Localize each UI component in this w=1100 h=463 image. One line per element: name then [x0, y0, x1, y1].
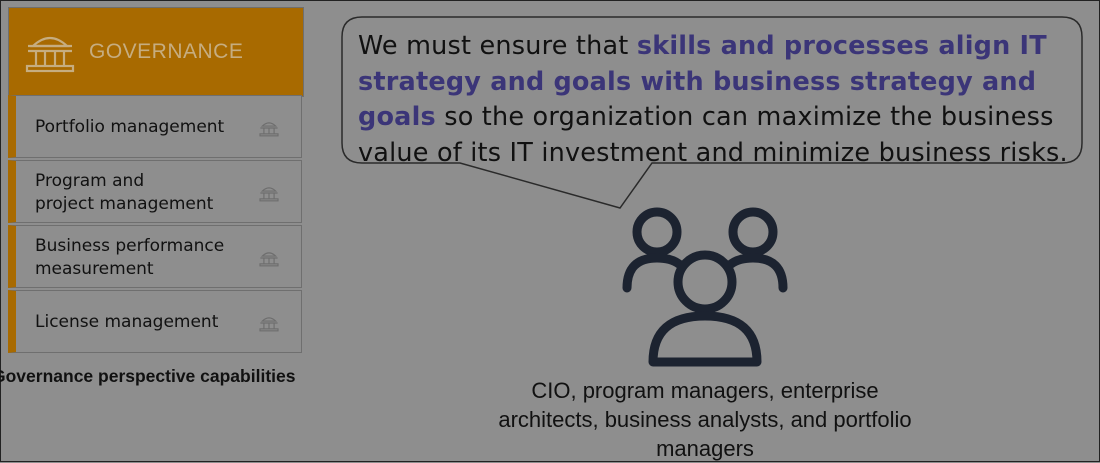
speech-bubble-text: We must ensure that skills and processes… — [358, 29, 1078, 171]
bubble-text-after: so the organization can maximize the bus… — [358, 102, 1068, 168]
bubble-text-before: We must ensure that — [358, 31, 637, 61]
stakeholders-caption: CIO, program managers, enterprise archit… — [498, 378, 912, 461]
people-group-icon — [622, 207, 788, 367]
